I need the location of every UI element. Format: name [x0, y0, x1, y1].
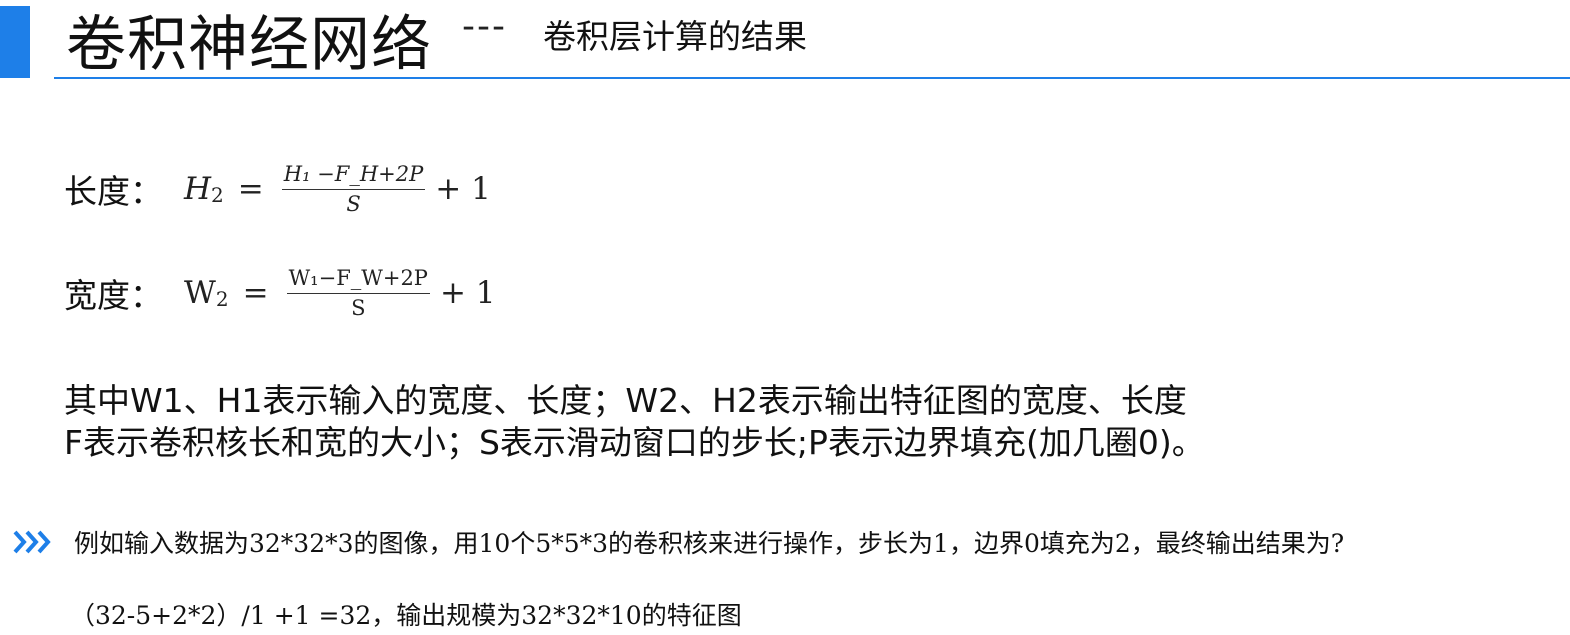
description-line-2: F表示卷积核长和宽的大小；S表示滑动窗口的步长;P表示边界填充(加几圈0)。 — [64, 423, 1205, 462]
height-denominator: S — [346, 192, 361, 216]
title-dash: --- — [462, 6, 507, 47]
title-accent-bar — [0, 6, 30, 78]
triple-chevron-right-icon — [13, 530, 51, 554]
height-lhs-var: H — [184, 171, 212, 207]
height-fraction: H₁ −F_H+2P S — [281, 162, 426, 216]
width-numerator: W₁−F_W+2P — [286, 266, 430, 294]
example-row: 例如输入数据为32*32*3的图像，用10个5*5*3的卷积核来进行操作，步长为… — [12, 524, 1344, 560]
height-formula: H2 = H₁ −F_H+2P S + 1 — [184, 162, 491, 216]
example-question: 例如输入数据为32*32*3的图像，用10个5*5*3的卷积核来进行操作，步长为… — [74, 529, 1345, 558]
slide-title: 卷积神经网络 --- 卷积层计算的结果 — [66, 0, 807, 80]
height-tail: + 1 — [435, 171, 491, 207]
width-equals: = — [242, 275, 269, 311]
width-fraction: W₁−F_W+2P S — [286, 266, 430, 320]
variable-description: 其中W1、H1表示输入的宽度、长度；W2、H2表示输出特征图的宽度、长度 F表示… — [64, 380, 1205, 464]
height-lhs-sub: 2 — [211, 183, 224, 207]
title-subtitle: 卷积层计算的结果 — [542, 17, 807, 56]
width-tail: + 1 — [439, 275, 496, 311]
width-lhs-sub: 2 — [215, 287, 229, 311]
height-numerator: H₁ −F_H+2P — [281, 162, 426, 190]
height-formula-row: 长度： H2 = H₁ −F_H+2P S + 1 — [64, 162, 491, 216]
header-divider — [54, 77, 1570, 79]
width-denominator: S — [351, 296, 366, 320]
description-line-1: 其中W1、H1表示输入的宽度、长度；W2、H2表示输出特征图的宽度、长度 — [64, 381, 1187, 420]
example-answer: （32-5+2*2）/1 +1 =32，输出规模为32*32*10的特征图 — [70, 601, 742, 630]
height-equals: = — [237, 171, 264, 207]
width-label: 宽度： — [64, 276, 163, 315]
title-main: 卷积神经网络 — [66, 10, 432, 80]
width-formula-row: 宽度： W2 = W₁−F_W+2P S + 1 — [64, 266, 496, 320]
height-label: 长度： — [64, 172, 163, 211]
width-lhs-var: W — [184, 275, 216, 311]
width-formula: W2 = W₁−F_W+2P S + 1 — [184, 266, 496, 320]
